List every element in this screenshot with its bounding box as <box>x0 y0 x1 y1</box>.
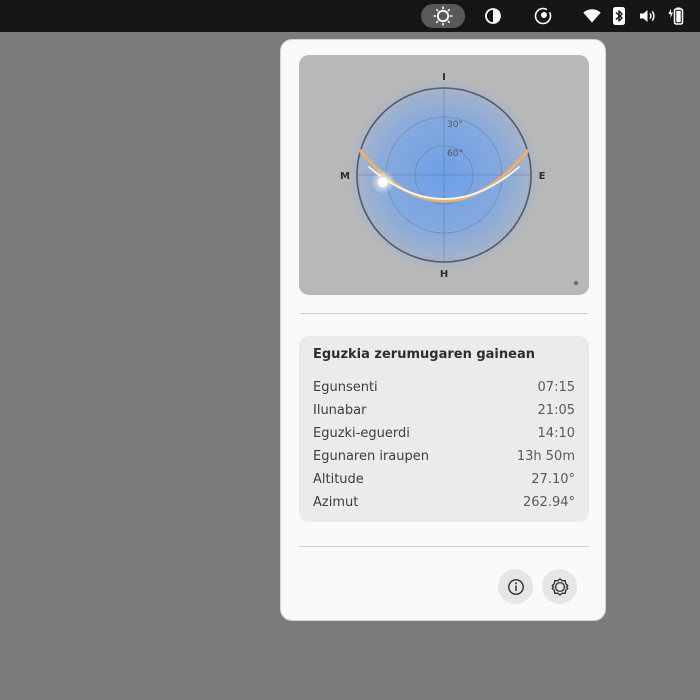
ring-label-60: 60° <box>447 149 463 159</box>
sun-info-card: Eguzkia zerumugaren gainean Egunsenti 07… <box>299 336 589 522</box>
info-value: 07:15 <box>537 380 575 395</box>
info-label: Azimut <box>313 495 359 510</box>
sun-popover: I H E M 30° 60° Eguzkia zerumugaren gain… <box>280 39 606 621</box>
info-label: Eguzki-eguerdi <box>313 426 410 441</box>
info-value: 21:05 <box>537 403 575 418</box>
compass-south: H <box>440 269 448 280</box>
wifi-icon <box>583 9 601 23</box>
volume-button[interactable] <box>638 4 658 28</box>
info-row-day-length: Egunaren iraupen 13h 50m <box>313 449 575 469</box>
compass-north: I <box>442 72 446 83</box>
info-row-azimuth: Azimut 262.94° <box>313 495 575 515</box>
top-bar <box>0 0 700 32</box>
info-label: Egunaren iraupen <box>313 449 429 464</box>
night-light-button[interactable] <box>532 4 554 28</box>
info-label: Ilunabar <box>313 403 367 418</box>
info-value: 27.10° <box>531 472 575 487</box>
sun-info-title: Eguzkia zerumugaren gainean <box>313 347 535 362</box>
info-row-solar-noon: Eguzki-eguerdi 14:10 <box>313 426 575 446</box>
night-light-icon <box>534 7 552 25</box>
info-value: 14:10 <box>537 426 575 441</box>
volume-icon <box>640 10 655 22</box>
sun-path-svg: I H E M 30° 60° <box>340 72 579 286</box>
settings-icon <box>551 577 568 596</box>
compass-east: E <box>539 171 546 182</box>
wifi-button[interactable] <box>582 4 602 28</box>
info-label: Egunsenti <box>313 380 378 395</box>
contrast-button[interactable] <box>482 4 504 28</box>
info-icon <box>507 578 524 595</box>
ring-label-30: 30° <box>447 120 463 130</box>
sun-position <box>377 176 389 188</box>
sun-icon <box>433 6 453 26</box>
info-row-sunset: Ilunabar 21:05 <box>313 403 575 423</box>
settings-button[interactable] <box>542 569 577 604</box>
info-row-sunrise: Egunsenti 07:15 <box>313 380 575 400</box>
separator-top <box>299 313 589 314</box>
info-button[interactable] <box>498 569 533 604</box>
bluetooth-button[interactable] <box>612 4 626 28</box>
battery-icon <box>668 7 684 25</box>
battery-button[interactable] <box>666 4 686 28</box>
sun-path-diagram: I H E M 30° 60° <box>299 55 589 295</box>
compass-west: M <box>340 171 350 182</box>
sun-indicator-button[interactable] <box>421 4 465 28</box>
contrast-icon <box>485 8 501 24</box>
info-value: 13h 50m <box>516 449 575 464</box>
info-value: 262.94° <box>523 495 575 510</box>
info-row-altitude: Altitude 27.10° <box>313 472 575 492</box>
separator-bottom <box>299 546 589 547</box>
bluetooth-icon <box>613 7 625 25</box>
corner-dot <box>573 280 579 286</box>
info-label: Altitude <box>313 472 364 487</box>
